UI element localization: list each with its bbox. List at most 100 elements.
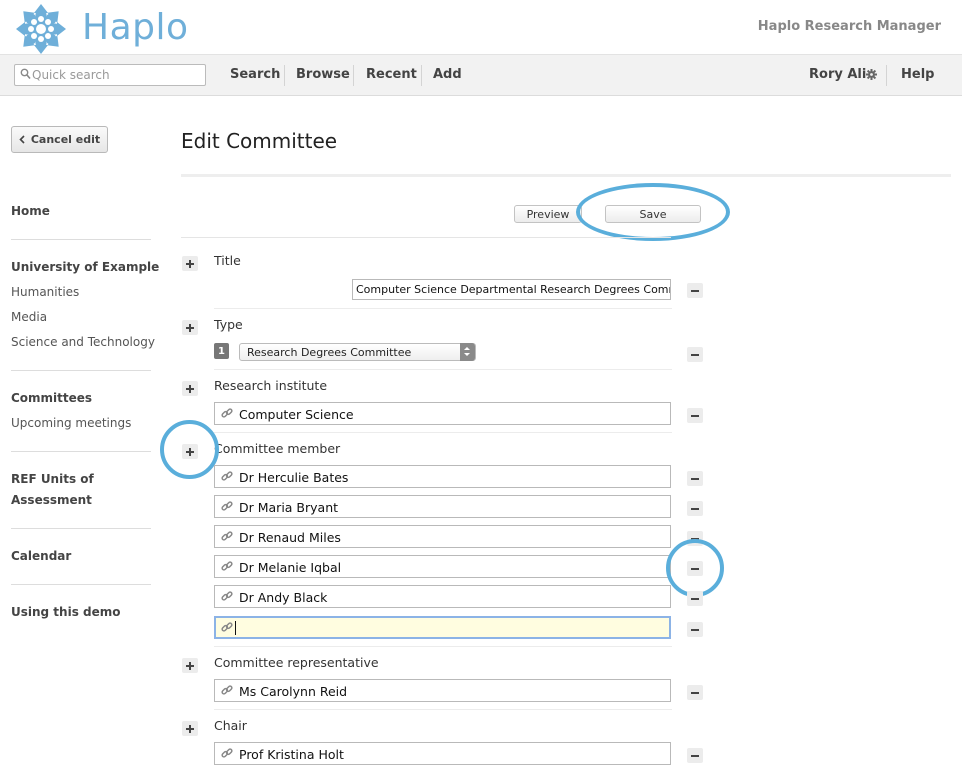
quick-search[interactable] <box>14 64 206 86</box>
title-input[interactable]: Computer Science Departmental Research D… <box>352 279 671 300</box>
representative-field[interactable]: Ms Carolynn Reid <box>214 679 671 702</box>
remove-member-button[interactable] <box>687 561 703 576</box>
link-icon <box>221 561 233 571</box>
search-input[interactable] <box>32 66 202 84</box>
nav-help[interactable]: Help <box>901 67 934 82</box>
institute-field[interactable]: Computer Science <box>214 402 671 425</box>
remove-member-button[interactable] <box>687 471 703 486</box>
remove-representative-button[interactable] <box>687 685 703 700</box>
sidebar-divider <box>11 239 151 240</box>
field-divider <box>214 369 672 370</box>
brand-name[interactable]: Haplo <box>82 7 189 48</box>
type-select-value: Research Degrees Committee <box>247 346 412 359</box>
type-index-badge: 1 <box>214 343 229 359</box>
field-divider <box>214 646 672 647</box>
member-value: Dr Melanie Iqbal <box>239 560 342 575</box>
link-icon <box>221 501 233 511</box>
remove-member-button[interactable] <box>687 501 703 516</box>
nav-search[interactable]: Search <box>230 67 280 82</box>
sidebar-home[interactable]: Home <box>11 201 50 222</box>
sidebar-link-science[interactable]: Science and Technology <box>11 335 155 349</box>
member-field[interactable]: Dr Renaud Miles <box>214 525 671 548</box>
nav-divider <box>886 65 887 86</box>
app-name: Haplo Research Manager <box>757 19 941 34</box>
field-label-title: Title <box>214 253 241 268</box>
member-value: Dr Maria Bryant <box>239 500 339 515</box>
link-icon <box>221 531 233 541</box>
representative-value: Ms Carolynn Reid <box>239 684 348 699</box>
field-label-member: Committee member <box>214 441 341 456</box>
haplo-logo-icon[interactable] <box>15 3 67 55</box>
field-label-type: Type <box>214 317 243 332</box>
field-divider <box>214 432 672 433</box>
member-value: Dr Herculie Bates <box>239 470 349 485</box>
chair-field[interactable]: Prof Kristina Holt <box>214 742 671 765</box>
chevron-left-icon <box>19 135 25 144</box>
sidebar-divider <box>11 451 151 452</box>
institute-value: Computer Science <box>239 407 354 422</box>
member-value: Dr Renaud Miles <box>239 530 341 545</box>
remove-institute-button[interactable] <box>687 408 703 423</box>
nav-divider <box>421 65 422 86</box>
field-label-institute: Research institute <box>214 378 328 393</box>
add-type-button[interactable] <box>182 320 198 335</box>
nav-add[interactable]: Add <box>433 67 462 82</box>
add-institute-button[interactable] <box>182 381 198 396</box>
remove-title-button[interactable] <box>687 283 703 298</box>
remove-member-button[interactable] <box>687 531 703 546</box>
sidebar-divider <box>11 584 151 585</box>
add-title-button[interactable] <box>182 256 198 271</box>
link-icon <box>221 471 233 481</box>
sidebar-committees[interactable]: Committees <box>11 388 92 409</box>
nav-divider <box>284 65 285 86</box>
cancel-edit-button[interactable]: Cancel edit <box>11 126 108 153</box>
cancel-edit-label: Cancel edit <box>30 133 101 146</box>
field-label-chair: Chair <box>214 718 247 733</box>
sidebar-link-humanities[interactable]: Humanities <box>11 285 79 299</box>
link-icon <box>221 748 233 758</box>
field-divider <box>214 308 672 309</box>
sidebar-link-media[interactable]: Media <box>11 310 47 324</box>
member-field-active[interactable] <box>214 616 671 639</box>
user-menu[interactable]: Rory Ali <box>809 67 866 82</box>
member-field[interactable]: Dr Maria Bryant <box>214 495 671 518</box>
nav-bar: Search Browse Recent Add Rory Ali Help <box>0 55 962 96</box>
remove-chair-button[interactable] <box>687 748 703 763</box>
nav-browse[interactable]: Browse <box>296 67 350 82</box>
sidebar-calendar[interactable]: Calendar <box>11 546 71 567</box>
member-field[interactable]: Dr Melanie Iqbal <box>214 555 671 578</box>
add-member-button[interactable] <box>182 444 198 459</box>
header: Haplo Haplo Research Manager <box>0 0 962 55</box>
sidebar-using-demo[interactable]: Using this demo <box>11 602 121 623</box>
link-icon <box>221 685 233 695</box>
chair-value: Prof Kristina Holt <box>239 747 344 762</box>
nav-recent[interactable]: Recent <box>366 67 417 82</box>
sidebar-ref-units[interactable]: REF Units of Assessment <box>11 469 111 511</box>
add-chair-button[interactable] <box>182 721 198 736</box>
member-field[interactable]: Dr Andy Black <box>214 585 671 608</box>
page-title: Edit Committee <box>181 129 338 153</box>
gear-icon[interactable] <box>866 69 877 80</box>
sidebar-divider <box>11 370 151 371</box>
search-icon <box>20 68 31 80</box>
remove-member-button[interactable] <box>687 622 703 637</box>
preview-button[interactable]: Preview <box>514 205 582 223</box>
member-field[interactable]: Dr Herculie Bates <box>214 465 671 488</box>
sidebar-divider <box>11 528 151 529</box>
link-icon <box>221 622 233 632</box>
text-caret <box>235 621 236 635</box>
remove-type-button[interactable] <box>687 347 703 362</box>
sidebar-university[interactable]: University of Example <box>11 257 159 278</box>
form-divider <box>181 237 671 238</box>
add-representative-button[interactable] <box>182 658 198 673</box>
member-value: Dr Andy Black <box>239 590 328 605</box>
field-label-representative: Committee representative <box>214 655 379 670</box>
select-arrows-icon <box>460 343 475 361</box>
type-select[interactable]: Research Degrees Committee <box>239 343 476 361</box>
link-icon <box>221 591 233 601</box>
save-button[interactable]: Save <box>605 205 701 223</box>
link-icon <box>221 408 233 418</box>
field-divider <box>214 709 672 710</box>
sidebar-link-meetings[interactable]: Upcoming meetings <box>11 416 131 430</box>
remove-member-button[interactable] <box>687 591 703 606</box>
